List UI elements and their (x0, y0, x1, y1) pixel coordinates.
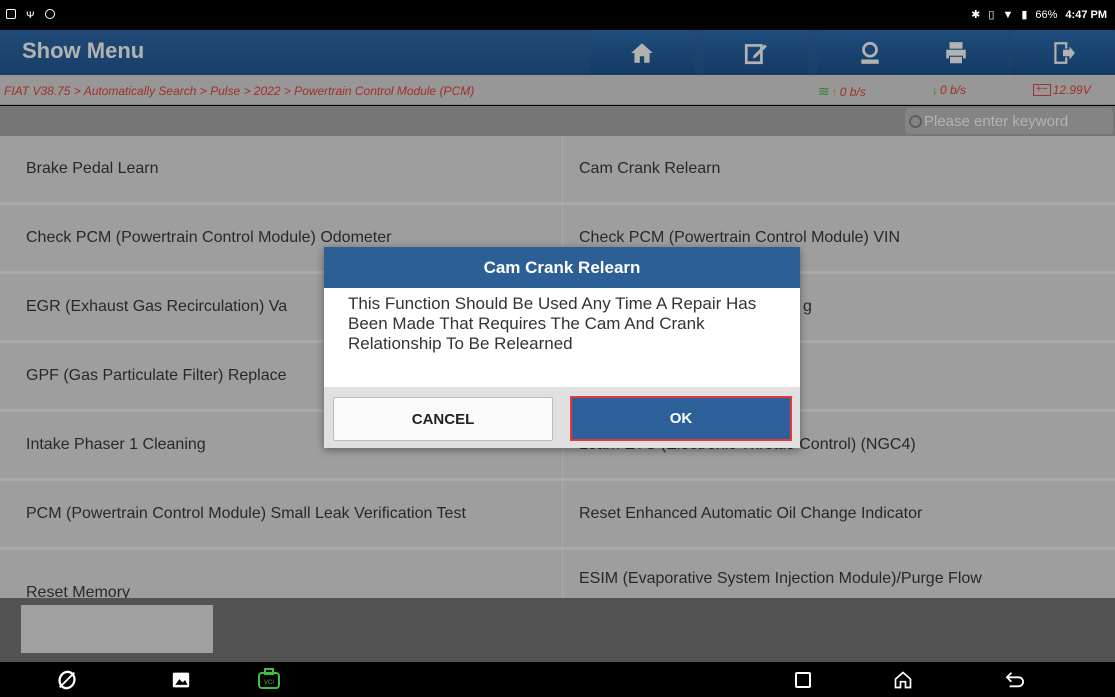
back-icon (1005, 672, 1024, 688)
vci-icon: VCI (258, 668, 280, 689)
bluetooth-icon: ✱ (971, 9, 981, 21)
settings-badge-icon (44, 9, 55, 19)
cancel-button[interactable]: CANCEL (333, 397, 553, 441)
browser-icon (58, 670, 76, 690)
vibrate-icon: ▯ (988, 9, 995, 21)
cam-crank-relearn-dialog: Cam Crank Relearn This Function Should B… (324, 247, 800, 448)
recents-icon (795, 672, 811, 688)
vci-button[interactable]: VCI (254, 667, 284, 693)
recents-button[interactable] (788, 667, 818, 693)
gallery-icon (172, 672, 190, 688)
home-nav-button[interactable] (888, 667, 918, 693)
ok-button[interactable]: OK (570, 396, 792, 441)
dialog-message: This Function Should Be Used Any Time A … (348, 294, 757, 353)
wifi-icon: ▼ (1002, 8, 1014, 21)
usb-icon: ᴪ (26, 7, 35, 21)
battery-level: 66% (1035, 8, 1058, 21)
svg-text:VCI: VCI (264, 680, 274, 686)
dialog-title: Cam Crank Relearn (324, 247, 800, 288)
status-bar: ᴪ ✱ ▯ ▼ ▮ 66% 4:47 PM (0, 0, 1115, 30)
gallery-button[interactable] (166, 667, 196, 693)
browser-button[interactable] (52, 667, 82, 693)
back-button[interactable] (1000, 667, 1030, 693)
dialog-footer: CANCEL OK (324, 387, 800, 448)
clock: 4:47 PM (1065, 8, 1107, 21)
home-nav-icon (894, 671, 912, 689)
battery-icon: ▮ (1021, 9, 1028, 21)
system-nav-bar: VCI (0, 662, 1115, 697)
notification-icon (6, 9, 16, 19)
